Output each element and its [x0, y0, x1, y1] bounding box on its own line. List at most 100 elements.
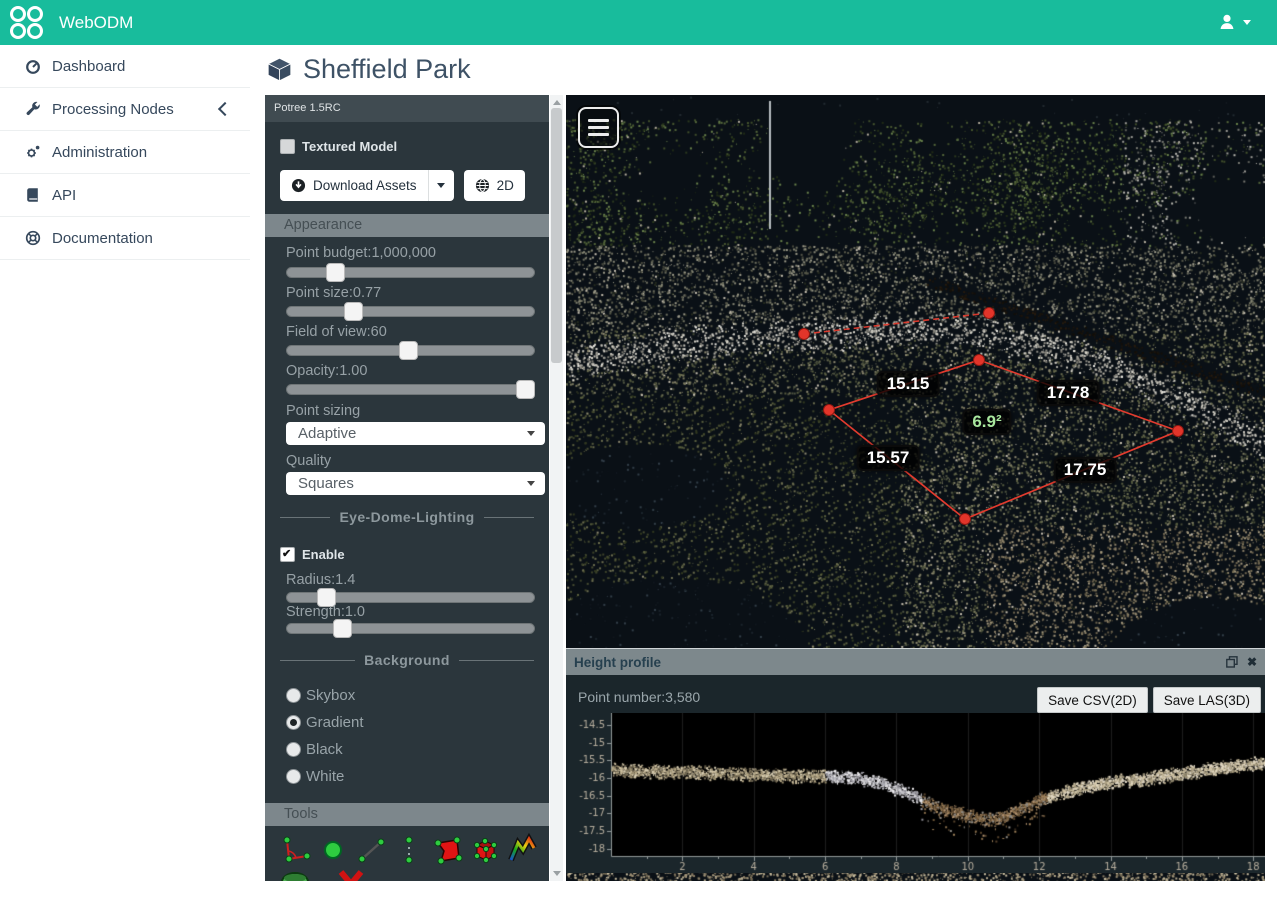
download-assets-button[interactable]: Download Assets	[280, 170, 428, 201]
edl-radius-slider[interactable]	[286, 592, 535, 603]
life-ring-icon	[25, 230, 41, 246]
angle-measurement-icon[interactable]	[279, 833, 311, 867]
edl-enable-toggle[interactable]: Enable	[280, 547, 345, 562]
point-cloud-viewport[interactable]: 15.15 17.78 6.9² 15.57 17.75 Height prof…	[566, 95, 1265, 881]
user-icon	[1218, 13, 1236, 31]
slider-thumb[interactable]	[333, 619, 352, 638]
remove-all-measurements-icon[interactable]	[335, 868, 367, 881]
chevron-left-icon	[218, 102, 232, 116]
sidebar-item-dashboard[interactable]: Dashboard	[0, 45, 250, 88]
main-sidebar: Dashboard Processing Nodes Administratio…	[0, 45, 250, 260]
tools-section-header[interactable]: Tools	[265, 803, 549, 826]
point-budget-slider[interactable]	[286, 267, 535, 278]
tools-row	[279, 833, 539, 867]
wrench-icon	[25, 101, 41, 117]
sidebar-item-processing-nodes[interactable]: Processing Nodes	[0, 88, 250, 131]
edl-radius-label: Radius:1.4	[286, 572, 355, 588]
save-csv-button[interactable]: Save CSV(2D)	[1037, 687, 1148, 713]
background-option-white[interactable]: White	[286, 768, 344, 785]
height-profile-icon[interactable]	[507, 833, 539, 867]
field-of-view-slider[interactable]	[286, 345, 535, 356]
brand-name[interactable]: WebODM	[59, 13, 133, 33]
point-sizing-value: Adaptive	[298, 425, 356, 442]
download-icon	[291, 178, 306, 193]
slider-thumb[interactable]	[516, 380, 535, 399]
asset-buttons: Download Assets 2D	[280, 170, 525, 201]
height-profile-title: Height profile	[574, 655, 1226, 670]
sidebar-item-administration[interactable]: Administration	[0, 131, 250, 174]
height-profile-chart[interactable]	[566, 713, 1265, 871]
sidebar-item-label: Dashboard	[52, 58, 125, 75]
download-assets-label: Download Assets	[313, 178, 417, 193]
webodm-logo[interactable]	[10, 6, 44, 39]
point-sizing-select[interactable]: Adaptive	[286, 422, 545, 445]
background-option-gradient[interactable]: Gradient	[286, 714, 364, 731]
tools-row-2	[279, 868, 367, 881]
quality-value: Squares	[298, 475, 354, 492]
top-navbar: WebODM	[0, 0, 1277, 45]
volume-measurement-icon[interactable]	[469, 833, 501, 867]
slider-thumb[interactable]	[344, 302, 363, 321]
quality-select[interactable]: Squares	[286, 472, 545, 495]
slider-thumb[interactable]	[399, 341, 418, 360]
view-2d-button[interactable]: 2D	[464, 170, 525, 201]
radio-icon[interactable]	[286, 688, 301, 703]
textured-model-toggle[interactable]: Textured Model	[280, 139, 397, 154]
edge-length-label: 17.75	[1054, 457, 1117, 483]
save-las-button[interactable]: Save LAS(3D)	[1153, 687, 1261, 713]
sidebar-item-api[interactable]: API	[0, 174, 250, 217]
potree-scrollbar[interactable]	[550, 95, 563, 881]
height-measurement-icon[interactable]	[393, 833, 425, 867]
scroll-up-arrow[interactable]	[553, 100, 561, 105]
field-of-view-label: Field of view:60	[286, 324, 387, 340]
edl-enable-label: Enable	[302, 547, 345, 562]
caret-down-icon	[1243, 20, 1251, 25]
point-number-value: 3,580	[665, 689, 700, 705]
distance-measurement-icon[interactable]	[355, 833, 387, 867]
opacity-slider[interactable]	[286, 384, 535, 395]
book-icon	[25, 187, 41, 203]
scrollbar-thumb[interactable]	[551, 108, 562, 363]
background-legend: Background	[271, 652, 543, 668]
background-option-skybox[interactable]: Skybox	[286, 687, 355, 704]
globe-icon	[475, 178, 490, 193]
sidebar-item-label: Processing Nodes	[52, 101, 174, 118]
background-option-black[interactable]: Black	[286, 741, 343, 758]
edl-strength-value: 1.0	[345, 604, 365, 620]
download-assets-caret-button[interactable]	[428, 170, 454, 201]
height-profile-titlebar[interactable]: Height profile ✖	[566, 649, 1265, 675]
point-number: Point number:3,580	[578, 689, 700, 705]
point-size-label: Point size:0.77	[286, 285, 381, 301]
sidebar-item-label: Documentation	[52, 230, 153, 247]
viewer-menu-button[interactable]	[578, 107, 619, 148]
project-name: Sheffield Park	[303, 54, 471, 85]
radio-icon[interactable]	[286, 769, 301, 784]
textured-model-checkbox[interactable]	[280, 139, 295, 154]
sidebar-item-documentation[interactable]: Documentation	[0, 217, 250, 260]
close-icon[interactable]: ✖	[1247, 656, 1257, 668]
edl-enable-checkbox[interactable]	[280, 547, 295, 562]
edl-radius-value: 1.4	[335, 572, 355, 588]
clip-volume-icon[interactable]	[279, 868, 311, 881]
height-profile-panel: Height profile ✖ Point number:3,580 Save…	[566, 648, 1265, 873]
opacity-label: Opacity:1.00	[286, 363, 367, 379]
point-budget-label: Point budget:1,000,000	[286, 245, 436, 261]
edge-length-label: 15.57	[857, 445, 920, 471]
point-size-slider[interactable]	[286, 306, 535, 317]
scroll-down-arrow[interactable]	[553, 871, 561, 876]
potree-panel: Potree 1.5RC Textured Model Download Ass…	[265, 95, 549, 881]
user-menu[interactable]	[1218, 13, 1251, 31]
appearance-section-header[interactable]: Appearance	[265, 214, 549, 237]
radio-icon[interactable]	[286, 715, 301, 730]
restore-window-icon[interactable]	[1226, 656, 1238, 668]
edl-strength-label: Strength:1.0	[286, 604, 365, 620]
area-measurement-icon[interactable]	[431, 833, 463, 867]
quality-label: Quality	[286, 453, 331, 469]
webodm-app: { "navbar": { "brand": "WebODM" }, "side…	[0, 0, 1277, 905]
point-size-value: 0.77	[353, 285, 381, 301]
radio-icon[interactable]	[286, 742, 301, 757]
point-measurement-icon[interactable]	[317, 833, 349, 867]
slider-thumb[interactable]	[326, 263, 345, 282]
edl-strength-slider[interactable]	[286, 623, 535, 634]
field-of-view-value: 60	[371, 324, 387, 340]
